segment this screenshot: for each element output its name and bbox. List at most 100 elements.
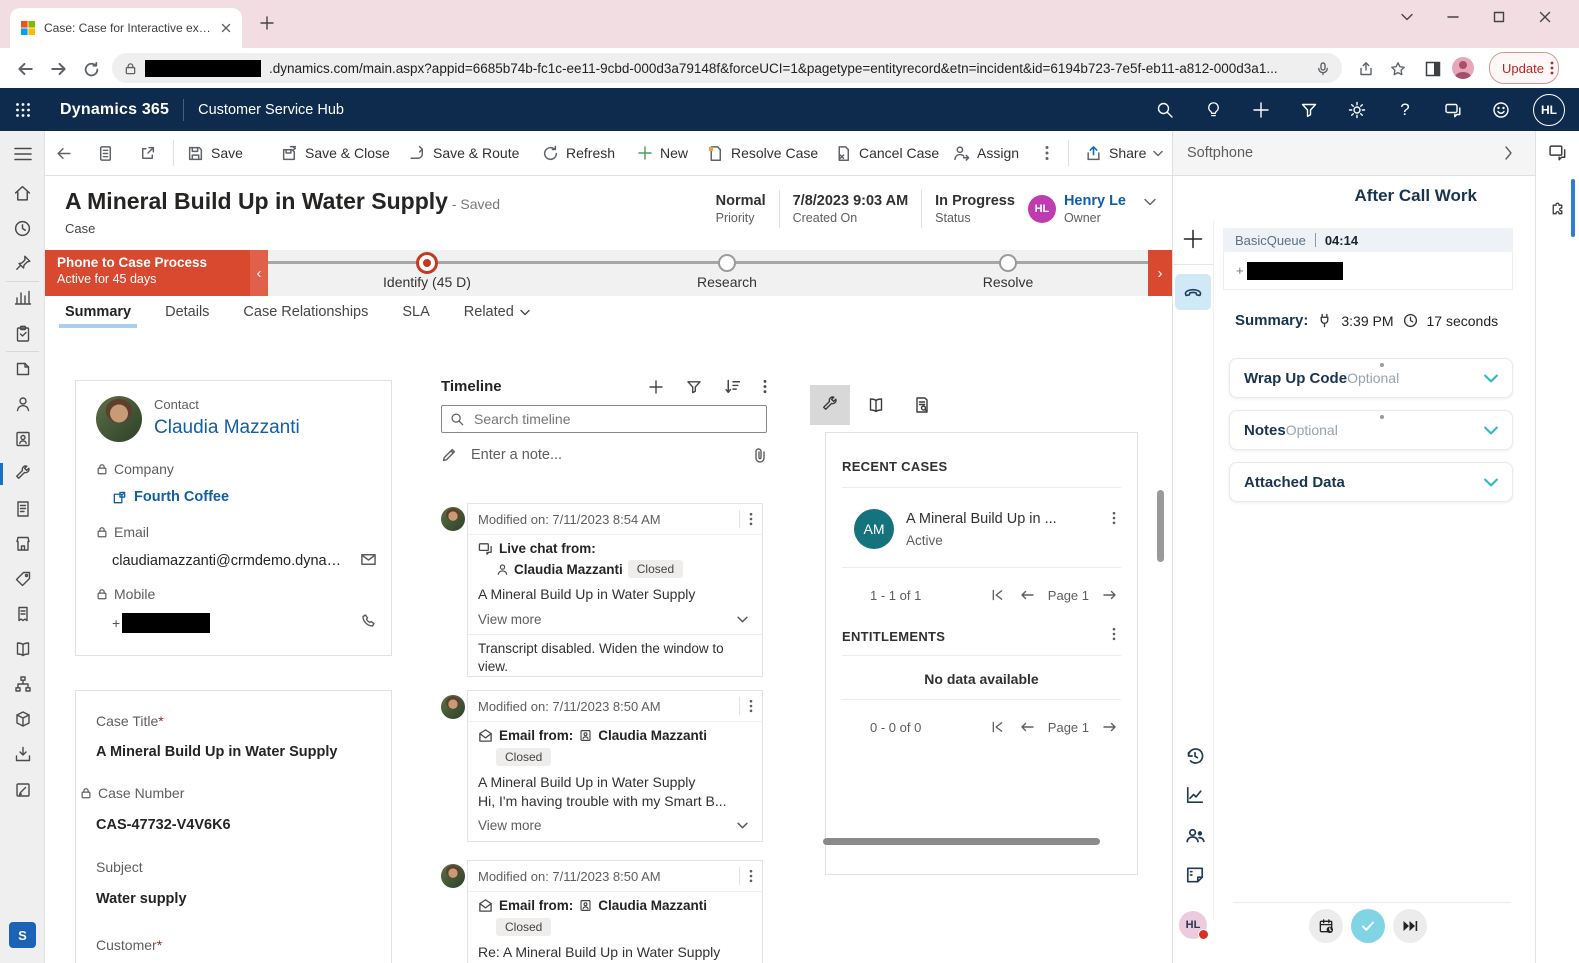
activities-clipboard-icon[interactable] bbox=[0, 322, 45, 346]
entitlements-more-icon[interactable] bbox=[1112, 627, 1116, 641]
timeline-entry-email-1[interactable]: Modified on: 7/11/2023 8:50 AM Email fro… bbox=[467, 690, 763, 842]
chevron-down-icon[interactable] bbox=[737, 616, 748, 623]
browser-sidebar-icon[interactable] bbox=[1420, 56, 1446, 82]
cancel-case-button[interactable]: Cancel Case bbox=[835, 131, 939, 175]
reload-button[interactable] bbox=[78, 56, 104, 82]
bpf-next-stage-chevron[interactable]: › bbox=[1148, 250, 1172, 296]
contact-name-link[interactable]: Claudia Mazzanti bbox=[154, 417, 300, 439]
tab-close-icon[interactable] bbox=[220, 22, 232, 34]
schedule-followup-button[interactable] bbox=[1309, 909, 1343, 943]
share-page-icon[interactable] bbox=[1353, 56, 1379, 82]
sidebar-bottom-badge[interactable]: S bbox=[9, 922, 36, 948]
tab-summary[interactable]: Summary bbox=[65, 304, 131, 328]
bpf-stage-resolve[interactable]: Resolve bbox=[918, 250, 1098, 290]
notes-section[interactable]: Notes Optional bbox=[1229, 410, 1513, 450]
back-button[interactable] bbox=[12, 56, 38, 82]
new-tab-button[interactable] bbox=[258, 14, 276, 32]
bpf-active-stage-marker[interactable] bbox=[416, 252, 438, 274]
window-minimize-button[interactable] bbox=[1438, 4, 1468, 30]
search-icon[interactable] bbox=[1147, 88, 1183, 131]
accounts-folder-icon[interactable] bbox=[0, 357, 45, 381]
queues-document-icon[interactable] bbox=[0, 497, 45, 521]
insights-chart-icon[interactable] bbox=[1183, 783, 1207, 807]
first-page-icon[interactable] bbox=[991, 721, 1004, 733]
knowledge-book-icon[interactable] bbox=[0, 637, 45, 661]
timeline-add-icon[interactable] bbox=[648, 379, 664, 395]
save-close-button[interactable]: Save & Close bbox=[281, 131, 390, 175]
strip-scrollbar[interactable] bbox=[1571, 179, 1575, 237]
social-profile-badge-icon[interactable] bbox=[0, 427, 45, 451]
owner-field[interactable]: HL Henry Le Owner bbox=[1028, 193, 1126, 225]
user-avatar[interactable]: HL bbox=[1531, 88, 1567, 131]
brand-title[interactable]: Dynamics 365 bbox=[60, 101, 169, 119]
dashboard-icon[interactable] bbox=[0, 286, 45, 310]
quick-create-plus-icon[interactable] bbox=[1243, 88, 1279, 131]
entry-more-icon[interactable] bbox=[749, 512, 753, 526]
entry-contact[interactable]: Claudia Mazzanti bbox=[598, 898, 707, 913]
entry-more-icon[interactable] bbox=[749, 699, 753, 713]
inbox-tray-icon[interactable] bbox=[0, 742, 45, 766]
more-commands-button[interactable] bbox=[1045, 131, 1049, 175]
app-name[interactable]: Customer Service Hub bbox=[198, 102, 344, 118]
waffle-menu[interactable] bbox=[0, 102, 46, 118]
entry-contact[interactable]: Claudia Mazzanti bbox=[514, 562, 623, 577]
timeline-sort-icon[interactable] bbox=[724, 378, 741, 395]
home-icon[interactable] bbox=[0, 181, 45, 205]
attached-data-section[interactable]: Attached Data bbox=[1229, 462, 1513, 502]
new-button[interactable]: New bbox=[637, 131, 688, 175]
share-button[interactable]: Share bbox=[1085, 131, 1163, 175]
note-entry-row[interactable]: Enter a note... bbox=[441, 447, 767, 463]
bpf-collapse-chevron[interactable]: ‹ bbox=[250, 250, 268, 296]
browser-tab[interactable]: Case: Case for Interactive experie bbox=[10, 8, 242, 48]
filter-icon[interactable] bbox=[1291, 88, 1327, 131]
smiley-icon[interactable] bbox=[1483, 88, 1519, 131]
favorites-star-icon[interactable] bbox=[1385, 56, 1411, 82]
contacts-person-icon[interactable] bbox=[0, 392, 45, 416]
vertical-scrollbar[interactable] bbox=[1157, 490, 1164, 562]
bpf-stage-marker[interactable] bbox=[718, 254, 736, 272]
notes-sticky-icon[interactable] bbox=[1183, 863, 1207, 887]
wrap-up-code-section[interactable]: Wrap Up Code Optional bbox=[1229, 358, 1513, 398]
related-records-tool-selected[interactable] bbox=[810, 385, 850, 425]
send-email-icon[interactable] bbox=[360, 551, 377, 568]
complete-acw-button[interactable] bbox=[1351, 909, 1385, 943]
cases-wrench-icon[interactable] bbox=[0, 462, 45, 486]
timeline-search[interactable] bbox=[441, 405, 767, 433]
bpf-stage-identify[interactable]: Identify (45 D) bbox=[337, 250, 517, 290]
case-title-value[interactable]: A Mineral Build Up in Water Supply bbox=[96, 744, 337, 760]
horizontal-scrollbar[interactable] bbox=[823, 838, 1100, 845]
sitemap-nodes-icon[interactable] bbox=[0, 672, 45, 696]
next-page-icon[interactable] bbox=[1103, 589, 1117, 601]
first-page-icon[interactable] bbox=[991, 589, 1004, 601]
entry-subject[interactable]: A Mineral Build Up in Water Supply bbox=[478, 586, 752, 602]
browser-profile-avatar[interactable] bbox=[1452, 57, 1474, 79]
back-arrow-button[interactable] bbox=[55, 131, 72, 175]
paperclip-icon[interactable] bbox=[753, 447, 767, 463]
collapse-header-chevron[interactable] bbox=[1144, 198, 1156, 206]
browser-menu-icon[interactable] bbox=[1550, 61, 1554, 75]
bpf-stage-marker[interactable] bbox=[999, 254, 1017, 272]
email-value[interactable]: claudiamazzanti@crmdemo.dynamic... bbox=[112, 553, 352, 569]
mic-icon[interactable] bbox=[1316, 61, 1330, 76]
window-menu-chevron[interactable] bbox=[1392, 4, 1422, 30]
owner-name[interactable]: Henry Le bbox=[1064, 193, 1126, 209]
timeline-search-input[interactable] bbox=[472, 410, 758, 428]
bpf-stage-research[interactable]: Research bbox=[637, 250, 817, 290]
next-page-icon[interactable] bbox=[1103, 721, 1117, 733]
address-bar[interactable]: .dynamics.com/main.aspx?appid=6685b74b-f… bbox=[112, 53, 1342, 83]
collapse-panel-chevron[interactable] bbox=[1504, 146, 1513, 160]
window-close-button[interactable] bbox=[1530, 4, 1560, 30]
agent-presence-avatar[interactable]: HL bbox=[1179, 911, 1207, 939]
company-value-row[interactable]: Fourth Coffee bbox=[112, 489, 229, 505]
package-icon[interactable] bbox=[0, 707, 45, 731]
save-button[interactable]: Save bbox=[187, 131, 243, 175]
softphone-new-session-button[interactable] bbox=[1182, 228, 1204, 250]
refresh-button[interactable]: Refresh bbox=[542, 131, 615, 175]
chevron-down-icon[interactable] bbox=[1484, 426, 1498, 435]
view-more-link[interactable]: View more bbox=[478, 612, 542, 627]
session-history-icon[interactable] bbox=[1183, 744, 1207, 768]
window-maximize-button[interactable] bbox=[1484, 4, 1514, 30]
tab-details[interactable]: Details bbox=[165, 304, 209, 328]
settings-gear-icon[interactable] bbox=[1339, 88, 1375, 131]
similar-cases-tool[interactable] bbox=[902, 385, 942, 425]
